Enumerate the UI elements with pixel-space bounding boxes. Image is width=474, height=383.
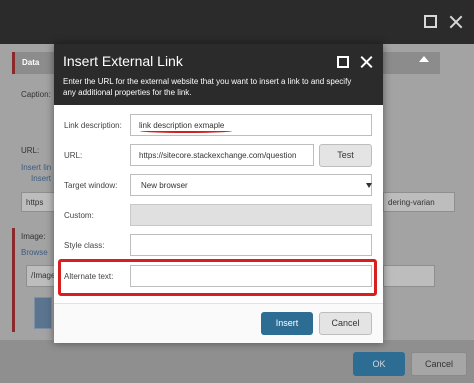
outer-maximize-icon[interactable]: [424, 15, 437, 28]
cancel-button[interactable]: Cancel: [319, 312, 372, 335]
spellcheck-underline: [140, 129, 232, 133]
select-chevron-down-icon: [366, 183, 372, 188]
collapse-caret-icon[interactable]: [419, 56, 429, 62]
caption-label: Caption:: [21, 90, 51, 99]
url-input[interactable]: https://sitecore.stackexchange.com/quest…: [130, 144, 314, 166]
outer-close-icon[interactable]: [447, 13, 465, 31]
url-label: URL:: [64, 151, 83, 160]
url-field-bg[interactable]: https: [21, 192, 57, 212]
image-label: Image:: [21, 232, 46, 241]
insert-link-bg-2[interactable]: Insert: [31, 174, 51, 183]
highlight-annotation: [58, 259, 377, 296]
insert-external-link-dialog: Insert External Link Enter the URL for t…: [54, 44, 383, 343]
url-label-bg: URL:: [21, 146, 40, 155]
image-thumbnail[interactable]: [34, 297, 52, 329]
test-button[interactable]: Test: [319, 144, 372, 167]
style-class-label: Style class:: [64, 241, 105, 250]
style-class-input[interactable]: [130, 234, 372, 256]
custom-input: [130, 204, 372, 226]
dialog-header: Insert External Link Enter the URL for t…: [54, 44, 383, 105]
outer-dialog-titlebar: [0, 0, 474, 44]
browse-link[interactable]: Browse: [21, 248, 48, 257]
link-description-label: Link description:: [64, 121, 122, 130]
rendering-variant-field-bg[interactable]: dering-varian: [383, 192, 455, 212]
insert-link-bg[interactable]: Insert lin: [21, 163, 51, 172]
close-icon[interactable]: [358, 54, 374, 70]
custom-label: Custom:: [64, 211, 94, 220]
outer-cancel-button[interactable]: Cancel: [411, 352, 467, 376]
ok-button[interactable]: OK: [353, 352, 405, 376]
maximize-icon[interactable]: [337, 56, 349, 68]
image-path-field-right[interactable]: [383, 265, 435, 287]
target-window-label: Target window:: [64, 181, 118, 190]
insert-button[interactable]: Insert: [261, 312, 313, 335]
target-window-select[interactable]: New browser: [130, 174, 372, 196]
dialog-title: Insert External Link: [63, 53, 183, 69]
data-section-label: Data: [22, 58, 40, 67]
dialog-description: Enter the URL for the external website t…: [63, 77, 352, 97]
